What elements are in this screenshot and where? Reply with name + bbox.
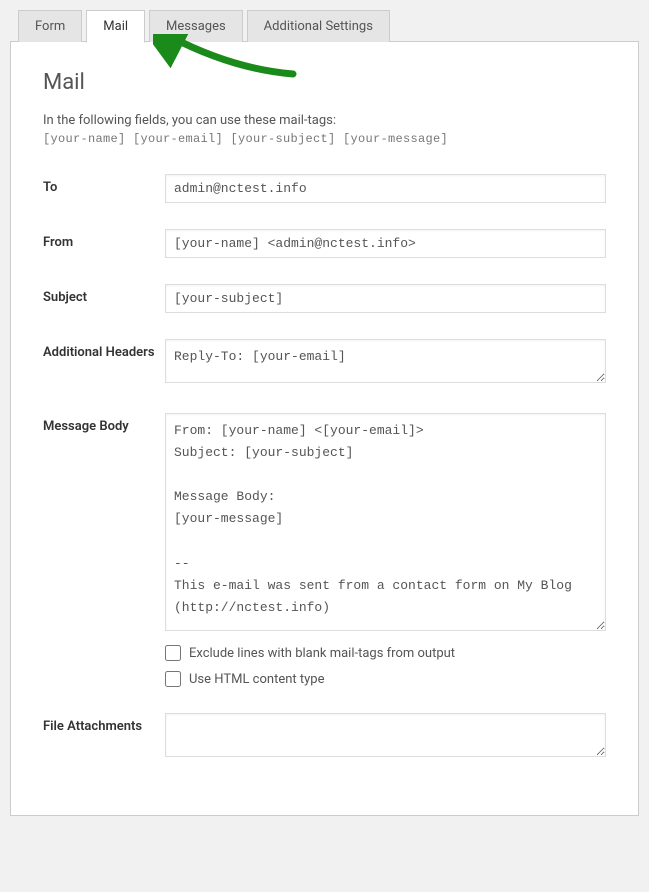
body-label: Message Body (43, 413, 165, 434)
use-html-label[interactable]: Use HTML content type (189, 672, 324, 687)
field-additional-headers: Additional Headers (43, 339, 606, 387)
tab-additional-settings[interactable]: Additional Settings (247, 10, 390, 42)
exclude-blank-checkbox[interactable] (165, 645, 181, 661)
mail-tags-list: [your-name] [your-email] [your-subject] … (43, 132, 606, 146)
headers-textarea[interactable] (165, 339, 606, 383)
attachments-label: File Attachments (43, 713, 165, 734)
exclude-blank-label[interactable]: Exclude lines with blank mail-tags from … (189, 646, 455, 661)
field-file-attachments: File Attachments (43, 713, 606, 761)
field-to: To (43, 174, 606, 203)
panel-title: Mail (43, 70, 606, 95)
to-input[interactable] (165, 174, 606, 203)
field-from: From (43, 229, 606, 258)
from-label: From (43, 229, 165, 250)
mail-panel: Mail In the following fields, you can us… (10, 41, 639, 816)
subject-label: Subject (43, 284, 165, 305)
field-subject: Subject (43, 284, 606, 313)
body-textarea[interactable] (165, 413, 606, 631)
tab-messages[interactable]: Messages (149, 10, 243, 42)
tab-bar: Form Mail Messages Additional Settings (10, 10, 639, 42)
from-input[interactable] (165, 229, 606, 258)
intro-text: In the following fields, you can use the… (43, 113, 606, 128)
field-message-body: Message Body Exclude lines with blank ma… (43, 413, 606, 687)
tab-form[interactable]: Form (18, 10, 82, 42)
attachments-textarea[interactable] (165, 713, 606, 757)
to-label: To (43, 174, 165, 195)
subject-input[interactable] (165, 284, 606, 313)
use-html-checkbox[interactable] (165, 671, 181, 687)
headers-label: Additional Headers (43, 339, 165, 360)
tab-mail[interactable]: Mail (86, 10, 145, 43)
